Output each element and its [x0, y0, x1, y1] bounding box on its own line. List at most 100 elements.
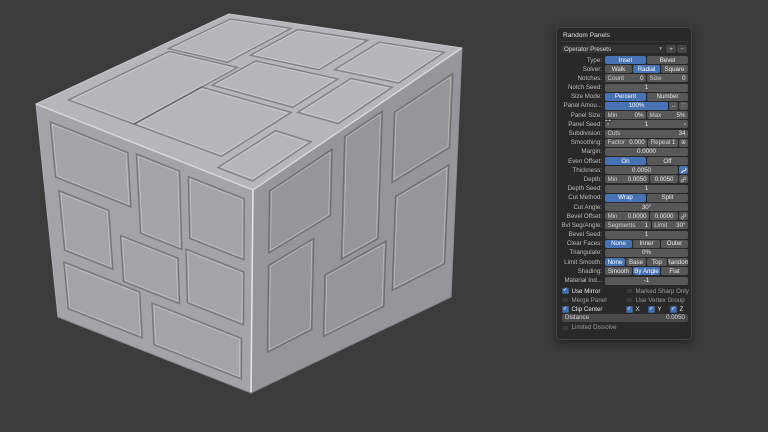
even-offset-off-button[interactable]: Off [647, 157, 688, 165]
material-index-field[interactable]: -1 [605, 277, 688, 285]
type-bevel-button[interactable]: Bevel [647, 56, 688, 64]
arrows-horizontal-icon: ↔ [671, 103, 677, 109]
distance-row: Distance 0.0050 [560, 315, 688, 323]
depth-seed-row: Depth Seed: 1 [560, 185, 688, 193]
mouse-cursor-resize-horizontal: ↔ [603, 114, 613, 125]
margin-field[interactable]: 0.0000 [605, 148, 688, 156]
panel-amount-row: Panel Amou... 100% ↔ ∷ [560, 102, 688, 110]
panel-amount-slider[interactable]: 100% [605, 102, 668, 110]
cut-method-wrap-button[interactable]: Wrap [605, 194, 646, 202]
clip-center-row: ✓ Clip Center ✓ X ✓ Y ✓ Z [560, 305, 688, 313]
thickness-row: Thickness: 0.0050 [560, 166, 688, 174]
limit-smooth-top-button[interactable]: Top [647, 258, 667, 266]
notches-count-field[interactable]: Count 0 [605, 74, 646, 82]
thickness-tool-button[interactable] [679, 166, 688, 174]
solver-square-button[interactable]: Square [661, 65, 688, 73]
randomize-button[interactable]: ∷ [679, 102, 688, 110]
check-icon: ✓ [649, 307, 654, 313]
type-inset-button[interactable]: Inset [605, 56, 646, 64]
bevel-offset-link-button[interactable] [679, 212, 688, 220]
check-icon: ✓ [563, 307, 568, 313]
limit-smooth-row: Limit Smooth: None Base Top Random [560, 258, 688, 266]
cut-method-row: Cut Method: Wrap Split [560, 194, 688, 202]
solver-row: Solver: Walk Radial Square [560, 65, 688, 73]
mirror-options-row-1: ✓ Use Mirror Marked Sharp Only [560, 287, 688, 295]
bevel-seed-field[interactable]: 1 [605, 231, 688, 239]
solver-walk-button[interactable]: Walk [605, 65, 632, 73]
notch-seed-field[interactable]: 1 [605, 84, 688, 92]
check-icon: ✓ [671, 307, 676, 313]
marked-sharp-only-checkbox[interactable] [626, 288, 633, 295]
bevel-seed-row: Bevel Seed: 1 [560, 231, 688, 239]
remove-preset-button[interactable]: − [677, 45, 687, 53]
notches-size-field[interactable]: Size 0 [647, 74, 688, 82]
bevel-segments-field[interactable]: Segments 1 [605, 221, 651, 229]
bvl-seg-angle-row: Bvl Seg/Angle: Segments 1 Limit 30° [560, 221, 688, 229]
size-mode-percent-button[interactable]: Percent [605, 93, 646, 101]
notch-seed-row: Notch Seed: 1 [560, 84, 688, 92]
stepper-right-icon[interactable]: › [684, 121, 686, 128]
limit-smooth-random-button[interactable]: Random [668, 258, 688, 266]
merge-panel-checkbox[interactable] [562, 297, 569, 304]
cut-method-split-button[interactable]: Split [647, 194, 688, 202]
use-mirror-checkbox[interactable]: ✓ [562, 288, 569, 295]
add-preset-button[interactable]: + [666, 45, 676, 53]
type-row: Type: Inset Bevel [560, 56, 688, 64]
clear-faces-row: Clear Faces: None Inner Outer [560, 240, 688, 248]
cut-angle-row: Cut Angle: 30° [560, 203, 688, 211]
depth-max-field[interactable]: 0.0050 [650, 175, 678, 183]
limited-dissolve-checkbox[interactable] [562, 325, 569, 332]
depth-link-button[interactable] [679, 175, 688, 183]
mirror-options-row-2: Merge Panel Use Vertex Group [560, 296, 688, 304]
smoothing-factor-field[interactable]: Factor 0.000 [605, 139, 647, 147]
cut-angle-field[interactable]: 30° [605, 203, 688, 211]
limit-smooth-none-button[interactable]: None [605, 258, 625, 266]
even-offset-row: Even Offset: On Off [560, 157, 688, 165]
bevel-offset-max-field[interactable]: 0.0000 [650, 212, 678, 220]
link-icon [680, 176, 687, 183]
subdivision-row: Subdivision: Cuts 34 [560, 130, 688, 138]
check-icon: ✓ [563, 288, 568, 294]
random-panels-operator-panel: Random Panels Operator Presets ▾ + − Typ… [556, 27, 692, 340]
shading-smooth-button[interactable]: Smooth [605, 267, 632, 275]
size-mode-row: Size Mode: Percent Number [560, 93, 688, 101]
clear-faces-inner-button[interactable]: Inner [633, 240, 660, 248]
panel-seed-stepper[interactable]: ‹ 1 › [605, 120, 688, 128]
clear-faces-none-button[interactable]: None [605, 240, 632, 248]
shading-flat-button[interactable]: Flat [661, 267, 688, 275]
triangulate-row: Triangulate: 0% [560, 249, 688, 257]
smoothing-row: Smoothing: Factor 0.000 Repeat 1 ⊕ [560, 139, 688, 147]
axis-y-checkbox[interactable]: ✓ [648, 306, 655, 313]
depth-seed-field[interactable]: 1 [605, 185, 688, 193]
smoothing-repeat-field[interactable]: Repeat 1 [648, 139, 678, 147]
distance-field[interactable]: Distance 0.0050 [562, 314, 688, 322]
depth-min-field[interactable]: Min 0.0050 [605, 175, 649, 183]
subdivision-cuts-field[interactable]: Cuts 34 [605, 130, 688, 138]
limited-dissolve-row: Limited Dissolve [560, 324, 688, 332]
even-offset-on-button[interactable]: On [605, 157, 646, 165]
use-vertex-group-checkbox[interactable] [626, 297, 633, 304]
clear-faces-outer-button[interactable]: Outer [661, 240, 688, 248]
clip-center-checkbox[interactable]: ✓ [562, 306, 569, 313]
size-mode-number-button[interactable]: Number [647, 93, 688, 101]
operator-presets-dropdown[interactable]: Operator Presets ▾ [561, 45, 665, 53]
limit-smooth-base-button[interactable]: Base [626, 258, 646, 266]
bevel-offset-row: Bevel Offset: Min 0.0000 0.0000 [560, 212, 688, 220]
solver-radial-button[interactable]: Radial [633, 65, 660, 73]
panel-title: Random Panels [560, 30, 688, 42]
link-icon [680, 213, 687, 220]
panel-seed-row: Panel Seed: ‹ 1 › [560, 120, 688, 128]
bevel-offset-min-field[interactable]: Min 0.0000 [605, 212, 649, 220]
thickness-field[interactable]: 0.0050 [605, 166, 678, 174]
axis-z-checkbox[interactable]: ✓ [670, 306, 677, 313]
extend-value-button[interactable]: ↔ [669, 102, 678, 110]
panel-size-max-field[interactable]: Max 5% [647, 111, 688, 119]
triangulate-field[interactable]: 0% [605, 249, 688, 257]
chevron-down-icon: ▾ [659, 46, 662, 52]
shading-row: Shading: Smooth By Angle Flat [560, 267, 688, 275]
bevel-limit-field[interactable]: Limit 30° [652, 221, 688, 229]
shading-by-angle-button[interactable]: By Angle [633, 267, 660, 275]
falloff-button[interactable]: ⊕ [679, 139, 688, 147]
axis-x-checkbox[interactable]: ✓ [626, 306, 633, 313]
material-index-row: Material Ind... -1 [560, 277, 688, 285]
